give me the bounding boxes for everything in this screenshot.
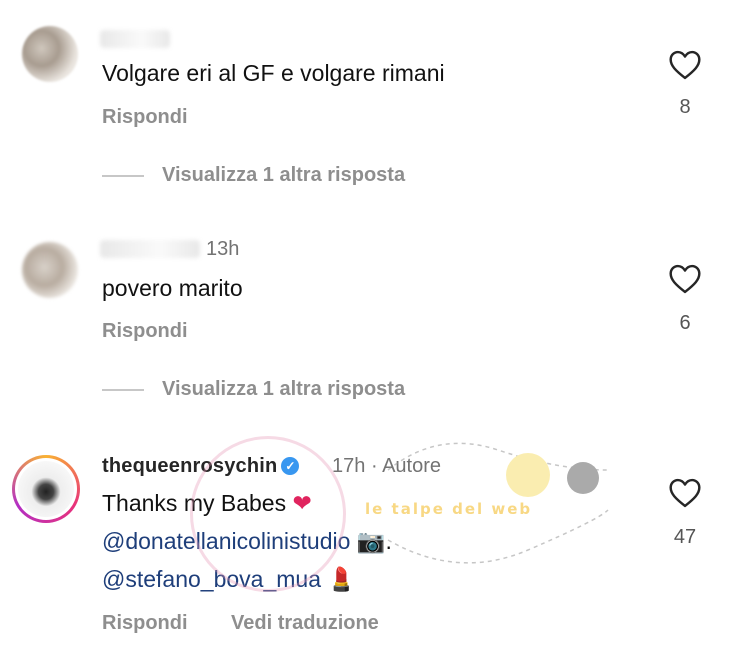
mention-link[interactable]: @stefano_bova_mua (102, 566, 321, 592)
reply-button[interactable]: Rispondi (102, 612, 188, 635)
redacted-username (100, 30, 170, 48)
mention-suffix: . (385, 528, 392, 554)
watermark-decoration (387, 442, 609, 564)
comment-text-line1: Thanks my Babes ❤ (102, 490, 312, 517)
lipstick-emoji-icon: 💄 (327, 567, 357, 593)
author-username[interactable]: thequeenrosychin ✓ (102, 455, 300, 478)
like-count: 6 (679, 312, 691, 334)
commenter-avatar[interactable] (22, 26, 78, 82)
view-replies-label: Visualizza 1 altra risposta (162, 164, 406, 186)
reply-button[interactable]: Rispondi (102, 106, 188, 129)
watermark-text: le talpe del web (365, 500, 533, 518)
comment-time: 13h (206, 238, 240, 260)
view-replies-link[interactable]: Visualizza 1 altra risposta (102, 164, 405, 187)
avatar-photo (18, 461, 74, 517)
commenter-avatar[interactable] (22, 242, 78, 298)
camera-emoji-icon: 📷 (356, 529, 386, 555)
reply-button[interactable]: Rispondi (102, 320, 188, 343)
redacted-username (100, 240, 200, 258)
comment-meta: 17h · Autore (332, 455, 441, 478)
comment-text: povero marito (102, 275, 243, 301)
divider-line (102, 174, 144, 177)
translate-button[interactable]: Vedi traduzione (231, 612, 379, 635)
like-count: 8 (679, 96, 691, 118)
divider-line (102, 388, 144, 391)
mention-link[interactable]: @donatellanicolinistudio (102, 528, 350, 554)
heart-icon[interactable] (668, 50, 702, 80)
view-replies-link[interactable]: Visualizza 1 altra risposta (102, 378, 405, 401)
verified-badge-icon: ✓ (281, 457, 300, 475)
view-replies-label: Visualizza 1 altra risposta (162, 378, 406, 400)
author-avatar[interactable] (12, 455, 80, 523)
like-count: 47 (673, 526, 697, 548)
comment-text-line3: @stefano_bova_mua 💄 (102, 566, 356, 593)
username-text: thequeenrosychin (102, 455, 278, 477)
heart-emoji-icon: ❤ (292, 491, 312, 517)
comment-text: Volgare eri al GF e volgare rimani (102, 60, 445, 86)
comment-text: Thanks my Babes (102, 490, 287, 516)
author-badge: Autore (382, 455, 441, 477)
heart-icon[interactable] (668, 478, 702, 508)
heart-icon[interactable] (668, 264, 702, 294)
meta-separator: · (370, 455, 378, 477)
comment-time: 17h (332, 455, 366, 477)
comment-text-line2: @donatellanicolinistudio 📷. (102, 528, 392, 555)
